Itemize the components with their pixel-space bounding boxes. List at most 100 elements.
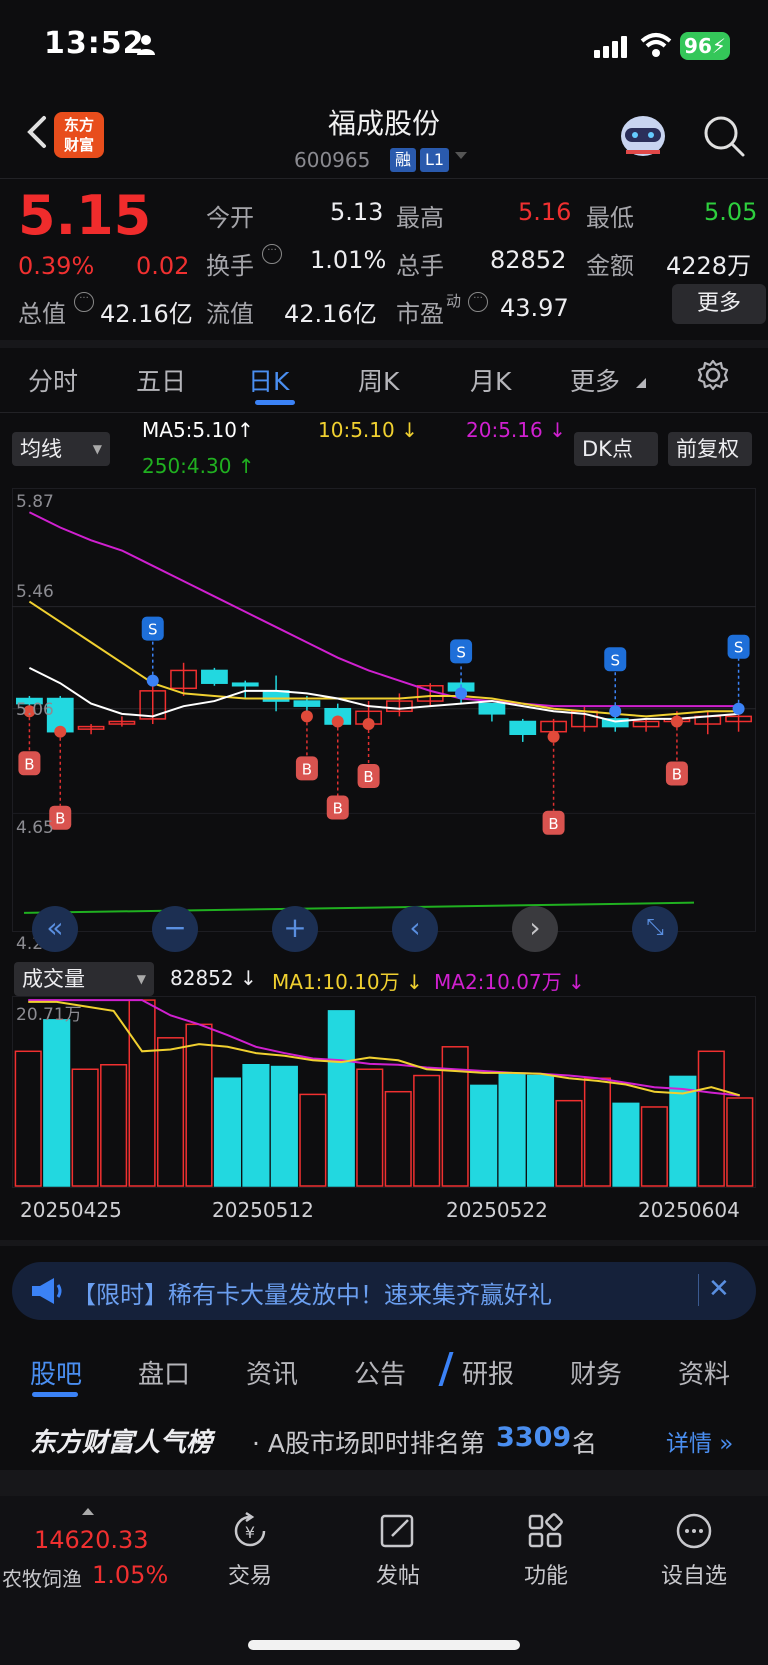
change-pct: 0.39% <box>18 252 95 280</box>
scroll-left-icon[interactable]: ‹ <box>392 906 438 952</box>
tab-daily-k[interactable]: 日K <box>248 362 289 398</box>
dropdown-icon: ▼ <box>136 972 146 986</box>
sell-signal-label: S <box>610 651 620 669</box>
low-value: 5.05 <box>704 198 758 226</box>
tab-profile[interactable]: 资料 <box>678 1354 730 1391</box>
volume-bar <box>498 1072 526 1187</box>
margin-tag: 融 <box>390 148 417 172</box>
volume-chart[interactable] <box>12 996 756 1188</box>
close-icon[interactable]: ✕ <box>708 1274 730 1304</box>
buy-dot <box>547 730 560 743</box>
tab-more[interactable]: 更多 <box>570 362 620 398</box>
sell-dot <box>609 705 622 718</box>
rank-text: · A股市场即时排名第 <box>252 1429 485 1458</box>
adjust-button[interactable]: 前复权 <box>668 432 752 466</box>
volume-bar <box>356 1068 384 1187</box>
status-bar: 13:52 96⚡ <box>0 0 768 92</box>
scroll-left-fast-icon[interactable]: « <box>32 906 78 952</box>
ma5-value: MA5:5.10↑ <box>142 418 254 442</box>
volume-label: 总手 <box>396 252 444 280</box>
rank-detail-link[interactable]: 详情 » <box>666 1424 733 1458</box>
volume-bar <box>441 1046 469 1187</box>
volume-bar <box>242 1064 270 1187</box>
tab-weekly-k[interactable]: 周K <box>358 362 399 398</box>
tab-news[interactable]: 资讯 <box>246 1354 298 1391</box>
volume-ma2-line <box>28 999 740 1097</box>
dropdown-corner-icon <box>636 378 646 388</box>
more-circle-icon <box>676 1513 712 1549</box>
info-icon[interactable]: ··· <box>262 244 282 264</box>
robot-assistant-icon[interactable] <box>616 112 670 162</box>
nav-post[interactable]: 发帖 <box>348 1510 448 1590</box>
banner-text[interactable]: 【限时】稀有卡大量发放中！速来集齐赢好礼 <box>72 1275 552 1310</box>
home-indicator <box>248 1640 520 1650</box>
candle-body <box>201 669 228 684</box>
pe-value: 43.97 <box>500 294 569 322</box>
amount-label: 金额 <box>586 252 634 280</box>
nav-functions[interactable]: 功能 <box>496 1510 596 1590</box>
search-icon[interactable] <box>702 114 746 158</box>
ma10-value: 10:5.10 ↓ <box>318 418 418 442</box>
index-name[interactable]: 农牧饲渔 <box>2 1563 82 1592</box>
candle-body <box>231 682 259 687</box>
volume-bar <box>185 1023 213 1187</box>
volume-bar <box>726 1097 754 1187</box>
volume-bar <box>526 1074 555 1187</box>
nav-trade[interactable]: ¥ 交易 <box>200 1510 300 1590</box>
tab-five-day[interactable]: 五日 <box>136 362 186 398</box>
status-time: 13:52 <box>44 26 145 61</box>
fullscreen-icon[interactable]: ⤡ <box>632 906 678 952</box>
index-change[interactable]: 1.05% <box>92 1561 168 1589</box>
sell-signal-label: S <box>148 621 158 639</box>
last-price: 5.15 <box>18 184 152 247</box>
tab-monthly-k[interactable]: 月K <box>470 362 511 398</box>
pe-label: 市盈 <box>396 300 444 328</box>
buy-signal-label: B <box>302 760 312 778</box>
tab-finance[interactable]: 财务 <box>570 1354 622 1391</box>
tab-intraday[interactable]: 分时 <box>28 362 78 398</box>
gear-icon[interactable] <box>696 358 730 392</box>
sell-dot <box>455 687 468 700</box>
nav-watchlist[interactable]: 设自选 <box>644 1510 744 1590</box>
ma20-line <box>28 511 739 708</box>
zoom-out-icon[interactable]: − <box>152 906 198 952</box>
tab-order-book[interactable]: 盘口 <box>138 1354 190 1391</box>
kline-chart[interactable]: S S S S B B B B B B B <box>12 488 756 932</box>
mktcap-value: 42.16亿 <box>100 300 193 328</box>
volume-indicator-select[interactable]: 成交量 ▼ <box>14 962 154 996</box>
volume-ma2: MA2:10.07万 ↓ <box>434 970 585 994</box>
more-button[interactable]: 更多 <box>672 284 766 324</box>
ma-select[interactable]: 均线 ▼ <box>12 432 110 466</box>
buy-dot <box>300 710 313 723</box>
tab-announcements[interactable]: 公告 <box>354 1354 406 1391</box>
mktcap-label: 总值 <box>18 300 66 328</box>
volume-bar <box>384 1090 412 1187</box>
popularity-brand: 东方财富人气榜 <box>30 1428 213 1458</box>
buy-dot <box>670 715 683 728</box>
info-icon[interactable]: ··· <box>468 292 488 312</box>
volume-bar <box>413 1074 441 1187</box>
change-amount: 0.02 <box>136 252 190 280</box>
tab-research[interactable]: 研报 <box>462 1354 514 1391</box>
sell-dot <box>146 674 159 687</box>
chevron-down-icon[interactable] <box>455 152 467 159</box>
scroll-right-icon[interactable]: › <box>512 906 558 952</box>
date-label: 20250604 <box>638 1198 740 1222</box>
buy-signal-label: B <box>548 815 558 833</box>
divider <box>0 412 768 413</box>
zoom-in-icon[interactable]: + <box>272 906 318 952</box>
open-label: 今开 <box>206 204 254 232</box>
divider <box>0 1240 768 1246</box>
open-value: 5.13 <box>330 198 384 226</box>
high-label: 最高 <box>396 204 444 232</box>
slash-icon <box>438 1352 454 1386</box>
volume-bar <box>612 1102 640 1187</box>
rank-number: 3309 <box>496 1422 572 1453</box>
dk-button[interactable]: DK点 <box>574 432 658 466</box>
index-value[interactable]: 14620.33 <box>34 1526 149 1554</box>
info-icon[interactable]: ··· <box>74 292 94 312</box>
buy-dot <box>331 715 344 728</box>
expand-up-icon[interactable] <box>82 1508 94 1515</box>
tab-forum[interactable]: 股吧 <box>30 1354 82 1391</box>
volume-bar <box>71 1068 99 1187</box>
